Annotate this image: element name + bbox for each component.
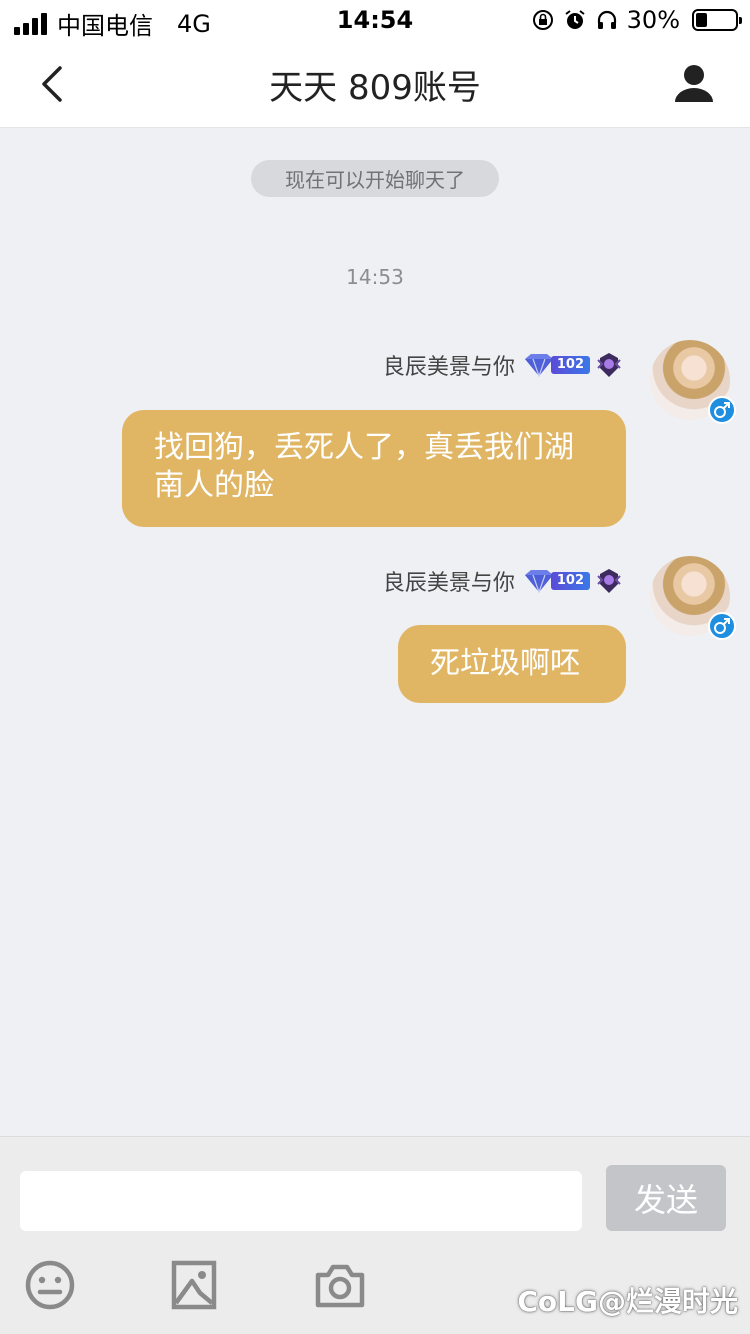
level-number: 102 bbox=[550, 572, 590, 590]
message-timestamp: 14:53 bbox=[346, 265, 404, 289]
level-badge: 102 bbox=[521, 353, 590, 377]
rank-emblem-icon bbox=[597, 353, 621, 377]
level-number: 102 bbox=[550, 356, 590, 374]
navbar: 天天 809账号 bbox=[0, 40, 750, 128]
rank-emblem-icon bbox=[597, 569, 621, 593]
battery-icon bbox=[692, 9, 742, 31]
image-icon[interactable] bbox=[166, 1257, 222, 1313]
avatar[interactable] bbox=[650, 556, 736, 640]
alarm-icon bbox=[565, 10, 585, 29]
male-gender-icon bbox=[708, 396, 736, 424]
male-gender-icon bbox=[708, 612, 736, 640]
system-message: 现在可以开始聊天了 bbox=[251, 160, 499, 197]
send-button[interactable]: 发送 bbox=[606, 1165, 726, 1231]
status-bar: 中国电信 4G 14:54 30% bbox=[0, 0, 750, 40]
message-bubble[interactable]: 找回狗，丢死人了，真丢我们湖南人的脸 bbox=[122, 410, 626, 527]
sender-line: 良辰美景与你 102 bbox=[383, 565, 622, 597]
rotation-lock-icon bbox=[532, 10, 553, 30]
emoji-icon[interactable] bbox=[22, 1257, 78, 1313]
person-icon bbox=[675, 65, 713, 102]
battery-fill bbox=[696, 13, 707, 27]
sender-line: 良辰美景与你 102 bbox=[383, 349, 622, 381]
profile-button[interactable] bbox=[672, 62, 716, 106]
input-bar: 发送 CoLG@烂漫时光 bbox=[0, 1136, 750, 1334]
status-right: 30% bbox=[531, 6, 742, 34]
camera-icon[interactable] bbox=[312, 1257, 368, 1313]
chat-screen: 中国电信 4G 14:54 30% 天天 809账号 现在可以开始聊天了 14:… bbox=[0, 0, 750, 1334]
sender-name: 良辰美景与你 bbox=[382, 571, 515, 596]
message-bubble[interactable]: 死垃圾啊呸 bbox=[398, 625, 626, 703]
level-badge: 102 bbox=[521, 569, 590, 593]
watermark: CoLG@烂漫时光 bbox=[517, 1285, 738, 1318]
headphones-icon bbox=[597, 10, 616, 29]
battery-percent: 30% bbox=[626, 6, 680, 34]
message-input[interactable] bbox=[20, 1171, 582, 1231]
sender-name: 良辰美景与你 bbox=[382, 355, 515, 380]
page-title: 天天 809账号 bbox=[269, 68, 481, 108]
battery-tip bbox=[739, 17, 742, 24]
avatar[interactable] bbox=[650, 340, 736, 424]
